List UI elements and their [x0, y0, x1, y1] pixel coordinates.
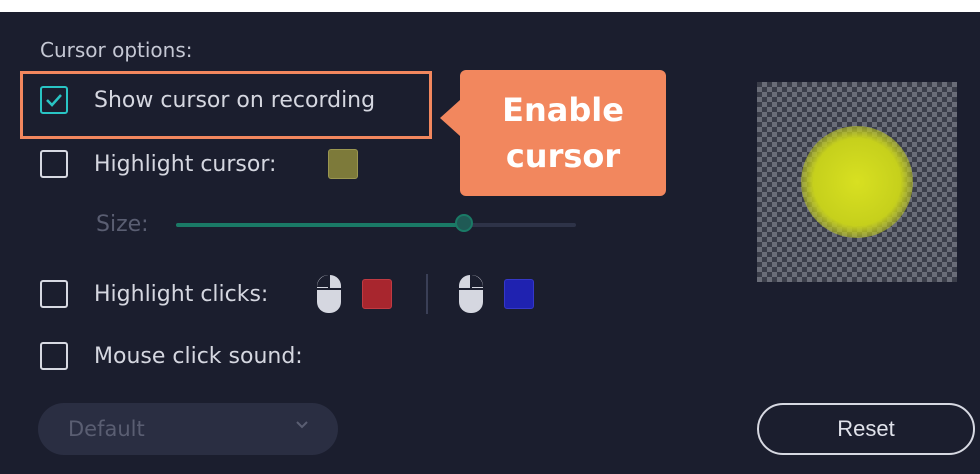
callout-line-1: Enable: [502, 91, 624, 129]
right-click-mouse-icon: [459, 275, 484, 313]
highlight-frame: [20, 71, 432, 139]
highlight-color-swatch[interactable]: [328, 149, 359, 179]
cursor-preview: [757, 82, 957, 282]
callout-tooltip: Enable cursor: [440, 70, 666, 196]
sound-dropdown[interactable]: Default: [38, 403, 338, 455]
section-title: Cursor options:: [40, 38, 193, 62]
chevron-down-icon: [296, 421, 308, 429]
left-click-mouse-icon: [317, 275, 342, 313]
highlight-clicks-label: Highlight clicks:: [94, 281, 269, 307]
sound-dropdown-value: Default: [68, 417, 145, 441]
left-click-color-swatch[interactable]: [362, 279, 393, 309]
size-slider[interactable]: [176, 214, 576, 232]
size-slider-fill: [176, 223, 464, 227]
click-sound-row: Mouse click sound:: [40, 342, 303, 370]
callout-line-2: cursor: [505, 137, 621, 175]
reset-button[interactable]: Reset: [757, 403, 975, 455]
cursor-highlight-preview: [801, 126, 913, 238]
right-click-color-swatch[interactable]: [504, 279, 535, 309]
highlight-cursor-checkbox[interactable]: [40, 150, 68, 178]
click-sound-label: Mouse click sound:: [94, 343, 303, 369]
size-row: Size:: [96, 212, 149, 237]
cursor-options-panel: Cursor options: Show cursor on recording…: [0, 12, 980, 474]
divider: [426, 274, 429, 314]
highlight-cursor-row: Highlight cursor:: [40, 149, 359, 179]
highlight-clicks-row: Highlight clicks:: [40, 274, 535, 314]
size-slider-handle[interactable]: [455, 214, 473, 232]
click-sound-checkbox[interactable]: [40, 342, 68, 370]
highlight-clicks-checkbox[interactable]: [40, 280, 68, 308]
highlight-cursor-label: Highlight cursor:: [94, 151, 277, 177]
size-label: Size:: [96, 212, 149, 237]
